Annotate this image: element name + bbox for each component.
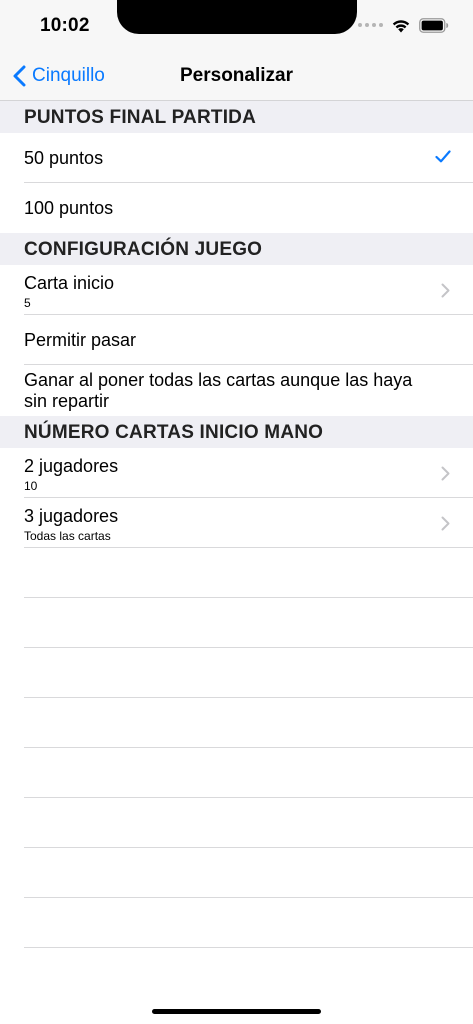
start-card-value: 5	[24, 296, 31, 310]
back-chevron-icon	[13, 65, 26, 87]
three-players-value: Todas las cartas	[24, 529, 111, 543]
three-players-row[interactable]: 3 jugadores Todas las cartas	[0, 498, 473, 548]
section-header-hand: NÚMERO CARTAS INICIO MANO	[0, 416, 473, 448]
back-button[interactable]: Cinquillo	[12, 52, 105, 100]
back-button-label: Cinquillo	[32, 65, 105, 86]
disclosure-chevron-icon	[441, 516, 450, 531]
option-100-points[interactable]: 100 puntos	[0, 183, 473, 233]
section-header-config: CONFIGURACIÓN JUEGO	[0, 233, 473, 265]
settings-screen: 10:02 Personalizar Cinquillo PUNTOS FINA…	[0, 0, 473, 1024]
option-label: 50 puntos	[24, 147, 104, 168]
wifi-icon	[392, 20, 410, 33]
start-card-row[interactable]: Carta inicio 5	[0, 265, 473, 315]
status-time: 10:02	[40, 15, 90, 36]
start-card-title: Carta inicio	[24, 273, 115, 293]
option-label: 100 puntos	[24, 197, 114, 218]
disclosure-chevron-icon	[441, 283, 450, 298]
empty-row	[0, 748, 473, 798]
status-icons	[358, 17, 449, 33]
two-players-value: 10	[24, 479, 38, 493]
empty-row	[0, 598, 473, 648]
empty-row	[0, 798, 473, 848]
battery-icon	[419, 17, 449, 33]
notch	[117, 0, 357, 34]
empty-row	[0, 548, 473, 598]
settings-list: PUNTOS FINAL PARTIDA 50 puntos 100 punto…	[0, 101, 473, 948]
empty-row	[0, 848, 473, 898]
section-header-points: PUNTOS FINAL PARTIDA	[0, 101, 473, 133]
checkmark-icon	[435, 150, 451, 163]
allow-pass-title: Permitir pasar	[24, 329, 137, 350]
disclosure-chevron-icon	[441, 466, 450, 481]
option-50-points[interactable]: 50 puntos	[0, 133, 473, 183]
status-bar: 10:02	[0, 0, 473, 52]
empty-table-rows	[0, 548, 473, 948]
empty-row	[0, 698, 473, 748]
empty-row	[0, 648, 473, 698]
allow-pass-row[interactable]: Permitir pasar	[0, 315, 473, 365]
empty-row	[0, 898, 473, 948]
signal-icon	[358, 23, 383, 27]
home-indicator[interactable]	[152, 1009, 321, 1014]
win-rule-row[interactable]: Ganar al poner todas las cartas aunque l…	[0, 365, 473, 416]
win-rule-title: Ganar al poner todas las cartas aunque l…	[24, 370, 413, 411]
two-players-title: 2 jugadores	[24, 456, 119, 476]
navigation-bar: Personalizar Cinquillo	[0, 52, 473, 101]
two-players-row[interactable]: 2 jugadores 10	[0, 448, 473, 498]
three-players-title: 3 jugadores	[24, 506, 119, 526]
